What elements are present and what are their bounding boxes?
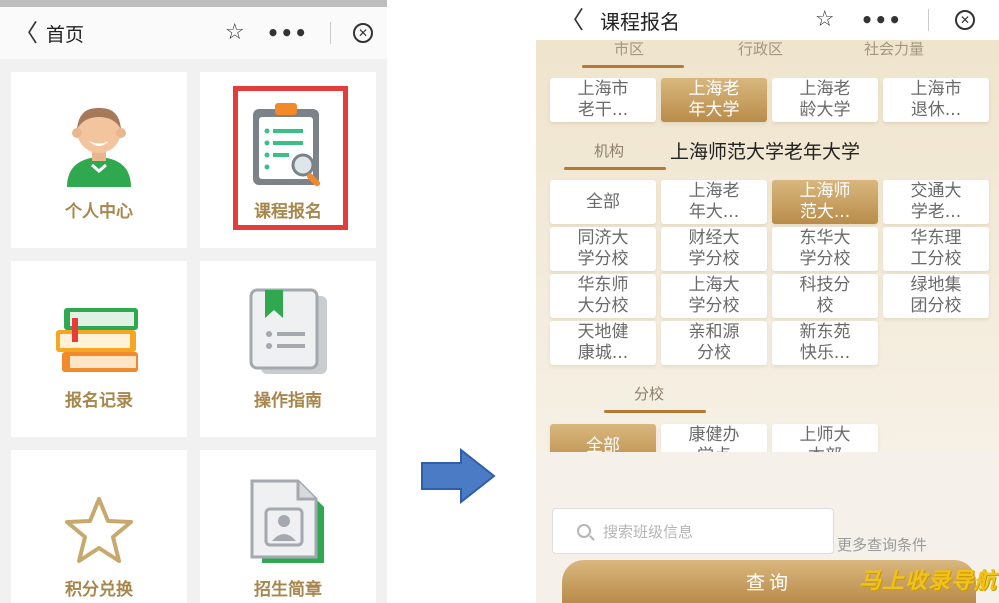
institution-chip[interactable]: 上海老 年大... xyxy=(661,180,767,224)
tile-admission-brochure[interactable]: 招生简章 xyxy=(200,450,376,603)
institution-chip[interactable]: 新东苑 快乐... xyxy=(772,321,878,365)
home-screen: 〈 首页 ☆ ••• ✕ 个人中心 课程报名 报名记录 操作指南 积分兑换 招生… xyxy=(0,0,387,603)
course-registration-screen: 〈 课程报名 ☆ ••• ✕ 市区 行政区 社会力量 上海市 老干... 上海老… xyxy=(536,0,999,603)
bookmark-document-icon xyxy=(249,288,327,374)
tab-underline xyxy=(582,65,684,68)
watermark-logo: 马上收录导航 xyxy=(858,569,997,594)
home-nav-bar: 〈 首页 ☆ ••• ✕ xyxy=(0,7,387,59)
category-chip[interactable]: 上海市 老干... xyxy=(550,78,656,122)
right-arrow-icon xyxy=(421,448,496,504)
tile-label: 招生简章 xyxy=(254,580,322,600)
book-stack-icon xyxy=(56,308,138,372)
category-chip-selected[interactable]: 上海老 年大学 xyxy=(661,78,767,122)
institution-chip[interactable]: 全部 xyxy=(550,180,656,224)
institution-chip[interactable]: 华东理 工分校 xyxy=(883,227,989,271)
nav-divider xyxy=(928,9,929,31)
more-conditions-link[interactable]: 更多查询条件 xyxy=(837,534,927,555)
institution-chip[interactable]: 上海大 学分校 xyxy=(661,274,767,318)
tile-registration-record[interactable]: 报名记录 xyxy=(11,261,187,437)
person-avatar-icon xyxy=(67,107,131,187)
institution-chip-selected[interactable]: 上海师 范大... xyxy=(772,180,878,224)
star-icon[interactable]: ☆ xyxy=(225,22,245,44)
institution-chip[interactable]: 亲和源 分校 xyxy=(661,321,767,365)
institution-chip[interactable]: 天地健 康城... xyxy=(550,321,656,365)
star-outline-icon xyxy=(65,497,133,563)
page-title: 首页 xyxy=(46,23,85,46)
institution-chip[interactable]: 交通大 学老... xyxy=(883,180,989,224)
tab-city-district[interactable]: 市区 xyxy=(614,38,644,59)
tab-social-forces[interactable]: 社会力量 xyxy=(864,38,924,59)
close-icon[interactable]: ✕ xyxy=(353,23,373,43)
registration-nav-bar: 〈 课程报名 ☆ ••• ✕ xyxy=(536,0,999,40)
institution-chip[interactable]: 东华大 学分校 xyxy=(772,227,878,271)
search-input[interactable]: 搜索班级信息 xyxy=(552,508,834,554)
tile-label: 个人中心 xyxy=(65,202,133,222)
page-title: 课程报名 xyxy=(600,9,680,34)
selected-institution-name: 上海师范大学老年大学 xyxy=(670,141,861,163)
branch-underline xyxy=(604,410,706,413)
category-chip[interactable]: 上海市 退休... xyxy=(883,78,989,122)
nav-divider xyxy=(330,22,331,44)
tile-label: 报名记录 xyxy=(65,391,133,411)
institution-label: 机构 xyxy=(594,142,625,160)
query-button-label: 查询 xyxy=(745,572,792,594)
highlight-box xyxy=(233,86,348,230)
more-icon[interactable]: ••• xyxy=(267,23,308,43)
tile-operation-guide[interactable]: 操作指南 xyxy=(200,261,376,437)
back-icon[interactable]: 〈 xyxy=(560,8,584,32)
back-icon[interactable]: 〈 xyxy=(14,21,38,45)
tab-administrative-district[interactable]: 行政区 xyxy=(738,38,783,59)
profile-document-icon xyxy=(250,479,324,563)
search-icon xyxy=(577,524,591,538)
star-icon[interactable]: ☆ xyxy=(815,9,835,31)
institution-chip[interactable]: 财经大 学分校 xyxy=(661,227,767,271)
status-bar xyxy=(0,0,387,7)
tile-label: 积分兑换 xyxy=(65,580,133,600)
institution-chip[interactable]: 科技分 校 xyxy=(772,274,878,318)
tile-points-exchange[interactable]: 积分兑换 xyxy=(11,450,187,603)
more-icon[interactable]: ••• xyxy=(861,10,902,30)
institution-chip[interactable]: 华东师 大分校 xyxy=(550,274,656,318)
branch-label: 分校 xyxy=(634,385,665,403)
institution-chip[interactable]: 绿地集 团分校 xyxy=(883,274,989,318)
tile-label: 操作指南 xyxy=(254,391,322,411)
close-icon[interactable]: ✕ xyxy=(955,10,975,30)
tile-personal-center[interactable]: 个人中心 xyxy=(11,72,187,248)
category-chip[interactable]: 上海老 龄大学 xyxy=(772,78,878,122)
institution-chip[interactable]: 同济大 学分校 xyxy=(550,227,656,271)
institution-underline xyxy=(564,167,666,170)
search-placeholder: 搜索班级信息 xyxy=(603,522,694,541)
